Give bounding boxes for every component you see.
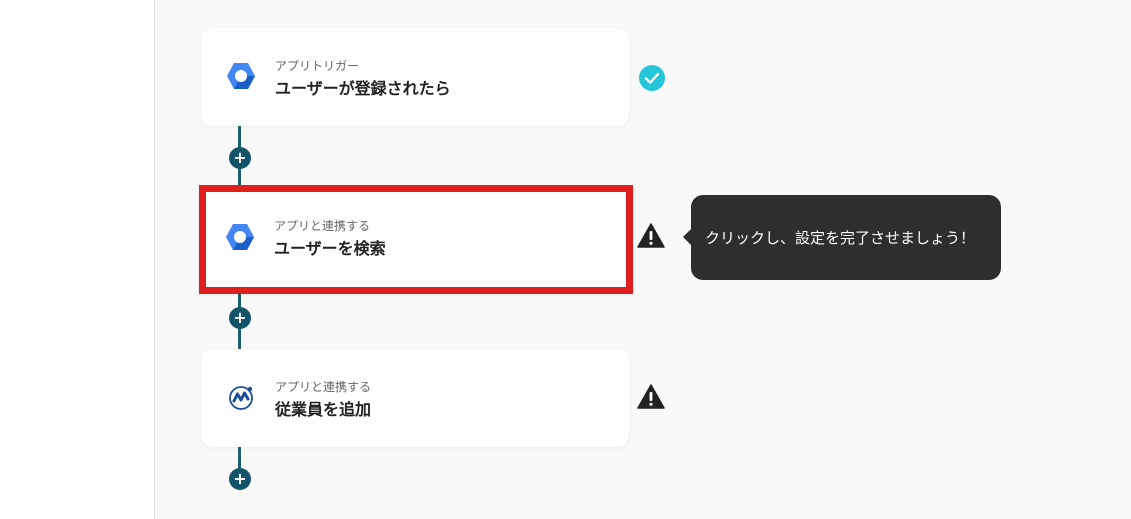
google-workspace-icon [227,63,255,89]
check-complete-icon [639,65,665,91]
setup-hint-tooltip: クリックし、設定を完了させましょう！ [683,195,1001,280]
money-forward-icon [229,386,253,410]
flow-step-card-add-employee[interactable]: アプリと連携する 従業員を追加 [201,349,629,447]
tooltip-text: クリックし、設定を完了させましょう！ [705,229,976,247]
google-workspace-icon [226,224,254,250]
step-title: ユーザーが登録されたら [275,79,451,98]
flow-step-card-search-user[interactable]: アプリと連携する ユーザーを検索 [199,185,633,294]
add-step-button[interactable]: + [229,468,251,490]
left-panel [0,0,155,519]
step-title: 従業員を追加 [275,400,372,419]
warning-icon [637,223,665,248]
warning-icon [637,384,665,409]
add-step-button[interactable]: + [229,307,251,329]
step-type-label: アプリと連携する [275,380,372,394]
step-type-label: アプリトリガー [275,59,360,73]
step-type-label: アプリと連携する [274,219,371,233]
flow-step-card-trigger[interactable]: アプリトリガー ユーザーが登録されたら [201,28,629,126]
add-step-button[interactable]: + [229,147,251,169]
step-title: ユーザーを検索 [274,239,386,258]
